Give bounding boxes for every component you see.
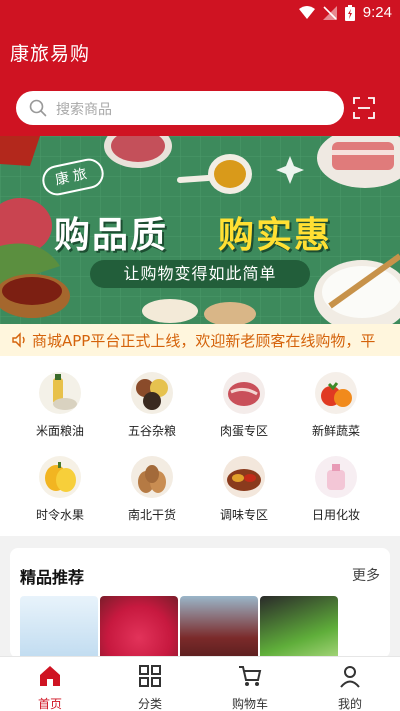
scan-icon[interactable] [352, 96, 376, 120]
seasoning-icon [223, 456, 265, 498]
section-title: 精品推荐 [20, 568, 85, 587]
category-label: 日用化妆 [311, 508, 360, 522]
more-link[interactable]: 更多 [352, 565, 380, 585]
category-label: 新鲜蔬菜 [311, 424, 360, 438]
tab-label: 购物车 [231, 697, 268, 711]
category-label: 米面粮油 [35, 424, 84, 438]
category-label: 调味专区 [219, 508, 268, 522]
banner-headline-right: 购实惠 [218, 215, 333, 256]
category-item[interactable]: 日用化妆 [296, 456, 376, 526]
category-label: 南北干货 [127, 508, 176, 522]
fruit-icon [39, 456, 81, 498]
tab-category[interactable]: 分类 [100, 657, 200, 711]
status-bar: 9:24 [0, 0, 400, 26]
tab-profile[interactable]: 我的 [300, 657, 400, 711]
promo-banner[interactable]: 康旅 购品质 购实惠 让购物变得如此简单 [0, 136, 400, 324]
speaker-icon [12, 332, 25, 348]
category-item[interactable]: 新鲜蔬菜 [296, 372, 376, 442]
banner-headline-left: 购品质 [54, 215, 169, 256]
category-item[interactable]: 时令水果 [20, 456, 100, 526]
app-bar: 康旅易购 [0, 26, 400, 82]
tab-label: 首页 [37, 697, 62, 711]
category-label: 肉蛋专区 [219, 424, 268, 438]
profile-icon [340, 666, 360, 688]
product-thumbnails [20, 596, 338, 658]
status-icons: 9:24 [298, 4, 392, 21]
category-item[interactable]: 南北干货 [112, 456, 192, 526]
search-input[interactable]: 搜索商品 [16, 91, 344, 125]
cart-icon [239, 666, 262, 686]
tab-cart[interactable]: 购物车 [200, 657, 300, 711]
battery-charging-icon [344, 4, 355, 21]
category-item[interactable]: 米面粮油 [20, 372, 100, 442]
announcement-bar[interactable]: 商城APP平台正式上线，欢迎新老顾客在线购物，平 [0, 324, 400, 356]
category-label: 时令水果 [35, 508, 84, 522]
dried-goods-icon [131, 456, 173, 498]
product-thumbnail[interactable] [260, 596, 338, 658]
bottom-tab-bar: 首页 分类 购物车 我的 [0, 656, 400, 711]
category-item[interactable]: 调味专区 [204, 456, 284, 526]
category-item[interactable]: 五谷杂粮 [112, 372, 192, 442]
search-area: 搜索商品 [0, 82, 400, 136]
home-icon [40, 666, 60, 686]
no-signal-icon [322, 5, 337, 20]
app-title: 康旅易购 [10, 43, 91, 65]
clock: 9:24 [362, 4, 392, 21]
tab-home[interactable]: 首页 [0, 657, 100, 711]
recommend-section: 精品推荐 更多 [10, 548, 390, 658]
banner-subtitle: 让购物变得如此简单 [90, 260, 310, 288]
meat-egg-icon [223, 372, 265, 414]
category-grid-icon [139, 665, 161, 687]
category-item[interactable]: 肉蛋专区 [204, 372, 284, 442]
product-thumbnail[interactable] [100, 596, 178, 658]
search-placeholder: 搜索商品 [56, 102, 112, 118]
category-grid: 米面粮油 五谷杂粮 肉蛋专区 新鲜蔬菜 时令水果 南北干货 调味专区 日用化妆 [0, 356, 400, 536]
search-icon [29, 99, 47, 117]
product-thumbnail[interactable] [180, 596, 258, 658]
tab-label: 分类 [137, 697, 162, 711]
grain-oil-icon [39, 372, 81, 414]
cosmetics-icon [315, 456, 357, 498]
cereals-icon [131, 372, 173, 414]
category-label: 五谷杂粮 [127, 424, 176, 438]
vegetables-icon [315, 372, 357, 414]
product-thumbnail[interactable] [20, 596, 98, 658]
wifi-icon [298, 5, 315, 19]
announcement-text: 商城APP平台正式上线，欢迎新老顾客在线购物，平 [32, 332, 376, 350]
tab-label: 我的 [337, 697, 362, 711]
